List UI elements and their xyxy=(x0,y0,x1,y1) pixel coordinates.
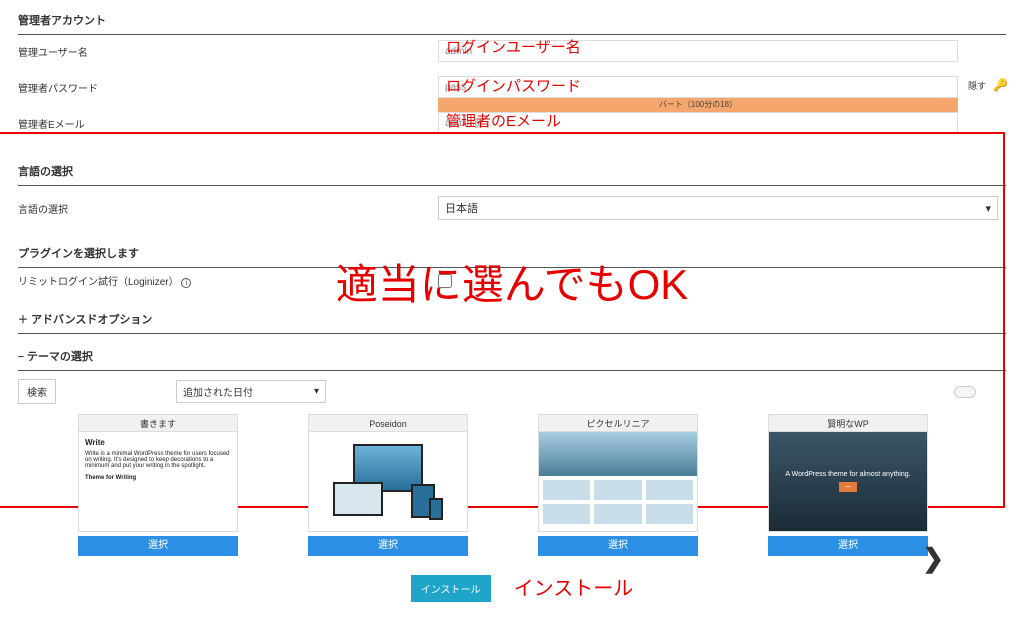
theme-sort-value: 追加された日付 xyxy=(183,384,253,399)
row-theme-controls: 検索 追加された日付 ▾ xyxy=(18,371,1006,408)
label-admin-username: 管理ユーザー名 xyxy=(18,44,218,59)
theme-toggle[interactable] xyxy=(954,386,976,398)
key-icon[interactable]: 🔑 xyxy=(993,78,1008,92)
theme-select-button[interactable]: 選択 xyxy=(78,536,238,556)
theme-thumbnail: Write Write is a minimal WordPress theme… xyxy=(78,432,238,532)
row-admin-email: 管理者Eメール 管理者のEメール xyxy=(18,107,1006,139)
label-language: 言語の選択 xyxy=(18,201,218,216)
theme-title: 書きます xyxy=(78,414,238,432)
collapse-icon[interactable]: − xyxy=(18,352,24,363)
admin-username-input[interactable] xyxy=(438,40,958,62)
row-admin-password: 管理者パスワード ログインパスワード バート（100分の18） 隠す 🔑 xyxy=(18,67,1006,107)
footer-install: インストール インストール xyxy=(18,556,1006,616)
section-advanced: ＋ アドバンスドオプション xyxy=(18,305,1006,334)
theme-wp-tagline: A WordPress theme for almost anything. xyxy=(785,471,910,478)
section-language: 言語の選択 xyxy=(18,157,1006,186)
theme-card-poseidon[interactable]: Poseidon 選択 xyxy=(308,414,468,556)
theme-card-wp[interactable]: 賢明なWP A WordPress theme for almost anyth… xyxy=(768,414,928,556)
theme-sort-select[interactable]: 追加された日付 ▾ xyxy=(176,380,326,403)
label-admin-email: 管理者Eメール xyxy=(18,116,218,131)
themes-grid: 書きます Write Write is a minimal WordPress … xyxy=(18,408,1006,556)
expand-icon[interactable]: ＋ xyxy=(18,315,28,326)
theme-thumbnail: A WordPress theme for almost anything. — xyxy=(768,432,928,532)
language-select[interactable]: 日本語 ▾ xyxy=(438,196,998,220)
theme-title: 賢明なWP xyxy=(768,414,928,432)
annot-install: インストール xyxy=(514,578,634,600)
loginizer-checkbox[interactable] xyxy=(438,274,452,288)
label-admin-password: 管理者パスワード xyxy=(18,80,218,95)
label-loginizer: リミットログイン試行（Loginizer） i xyxy=(18,273,438,288)
theme-card-write[interactable]: 書きます Write Write is a minimal WordPress … xyxy=(78,414,238,556)
theme-thumbnail xyxy=(538,432,698,532)
language-value: 日本語 xyxy=(445,200,478,216)
row-admin-username: 管理ユーザー名 ログインユーザー名 xyxy=(18,35,1006,67)
row-language: 言語の選択 日本語 ▾ xyxy=(18,186,1006,225)
section-themes: − テーマの選択 xyxy=(18,342,1006,371)
theme-select-button[interactable]: 選択 xyxy=(308,536,468,556)
theme-select-button[interactable]: 選択 xyxy=(768,536,928,556)
row-loginizer: リミットログイン試行（Loginizer） i xyxy=(18,268,1006,293)
caret-down-icon: ▾ xyxy=(314,386,319,397)
password-hide-toggle[interactable]: 隠す xyxy=(968,79,986,92)
theme-search-button[interactable]: 検索 xyxy=(18,379,56,404)
advanced-header-text: アドバンスドオプション xyxy=(31,314,152,326)
admin-password-input[interactable] xyxy=(438,76,958,98)
themes-header-text: テーマの選択 xyxy=(27,351,93,363)
theme-thumbnail xyxy=(308,432,468,532)
theme-title: Poseidon xyxy=(308,414,468,432)
caret-down-icon: ▾ xyxy=(985,202,991,215)
theme-card-pixel[interactable]: ピクセルリニア 選択 xyxy=(538,414,698,556)
section-plugins: プラグインを選択します xyxy=(18,239,1006,268)
theme-select-button[interactable]: 選択 xyxy=(538,536,698,556)
info-icon[interactable]: i xyxy=(181,278,191,288)
admin-email-input[interactable] xyxy=(438,112,958,134)
install-button[interactable]: インストール xyxy=(411,575,491,602)
section-admin-account: 管理者アカウント xyxy=(18,6,1006,35)
theme-title: ピクセルリニア xyxy=(538,414,698,432)
